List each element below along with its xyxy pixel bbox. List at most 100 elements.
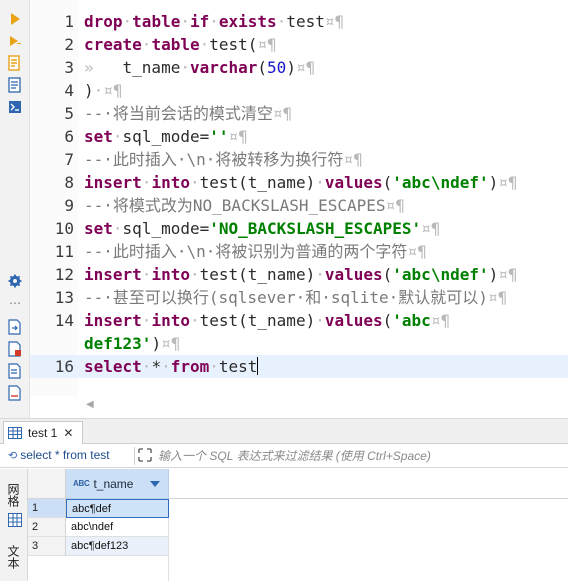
code-line[interactable]: 12 insert·into·test(t_name)·values('abc\n… bbox=[30, 263, 568, 286]
code-line[interactable]: def123')¤¶ bbox=[30, 332, 568, 355]
output-icon[interactable] bbox=[6, 384, 24, 402]
table-row[interactable]: 1 abc¶def bbox=[28, 499, 568, 518]
code-text: create·table·test(¤¶ bbox=[84, 33, 277, 56]
code-line[interactable]: 8 insert·into·test(t_name)·values('abc\nd… bbox=[30, 171, 568, 194]
whitespace-marker: · bbox=[180, 58, 190, 77]
row-number[interactable]: 3 bbox=[28, 537, 66, 556]
code-token: ) bbox=[151, 334, 162, 353]
divider bbox=[134, 447, 135, 465]
close-icon[interactable]: ✕ bbox=[63, 426, 73, 440]
code-line[interactable]: 1 drop·table·if·exists·test¤¶ bbox=[30, 10, 568, 33]
sort-arrow-icon[interactable] bbox=[150, 481, 160, 487]
grid-corner[interactable] bbox=[28, 469, 66, 499]
export-icon[interactable] bbox=[6, 318, 24, 336]
cell-t-name[interactable]: abc¶def bbox=[66, 499, 169, 518]
code-token: test(t_name) bbox=[199, 173, 316, 192]
code-line[interactable]: 14 insert·into·test(t_name)·values('abc¤¶ bbox=[30, 309, 568, 332]
code-line[interactable]: 2 create·table·test(¤¶ bbox=[30, 33, 568, 56]
row-number[interactable]: 2 bbox=[28, 518, 66, 537]
code-token: --·将模式改为NO_BACKSLASH_ESCAPES bbox=[84, 196, 386, 215]
code-token: def123' bbox=[84, 334, 152, 353]
column-header-t-name[interactable]: ABC t_name bbox=[66, 469, 169, 499]
code-token: ) bbox=[84, 81, 94, 100]
code-token: t_name bbox=[122, 58, 181, 77]
table-row[interactable]: 3 abc¶def123 bbox=[28, 537, 568, 556]
query-source-icon: ⟲ bbox=[8, 449, 18, 462]
grid-header-row: ABC t_name bbox=[28, 469, 568, 499]
error-log-icon[interactable] bbox=[6, 340, 24, 358]
text-view-button[interactable]: 文本 bbox=[6, 545, 22, 569]
load-script-icon[interactable] bbox=[6, 76, 24, 94]
table-row[interactable]: 2 abc\ndef bbox=[28, 518, 568, 537]
whitespace-marker: · bbox=[199, 35, 210, 54]
grid-empty-area bbox=[28, 556, 169, 581]
cell-t-name[interactable]: abc¶def123 bbox=[66, 537, 169, 556]
header-empty-area bbox=[169, 469, 568, 499]
whitespace-marker: · bbox=[189, 173, 200, 192]
history-icon[interactable] bbox=[6, 362, 24, 380]
code-token: values bbox=[324, 265, 383, 284]
row-number[interactable]: 1 bbox=[28, 499, 66, 518]
code-token: '' bbox=[209, 127, 229, 146]
whitespace-marker: ¤¶ bbox=[421, 219, 441, 238]
code-token: if bbox=[189, 12, 210, 31]
line-number: 16 bbox=[54, 357, 74, 376]
whitespace-marker: » bbox=[84, 58, 123, 77]
code-token: ( bbox=[382, 265, 393, 284]
line-number: 6 bbox=[64, 127, 74, 146]
code-line[interactable]: 7 --·此时插入·\n·将被转移为换行符¤¶ bbox=[30, 148, 568, 171]
whitespace-marker: ¤¶ bbox=[498, 265, 518, 284]
code-line[interactable]: 5 --·将当前会话的模式清空¤¶ bbox=[30, 102, 568, 125]
tab-test-1[interactable]: test 1 ✕ bbox=[3, 421, 83, 444]
code-line[interactable]: 13 --·甚至可以换行(sqlsever·和·sqlite·默认就可以)¤¶ bbox=[30, 286, 568, 309]
editor-toolbar: ⋯ bbox=[0, 0, 30, 418]
code-token: --·此时插入·\n·将被转移为换行符 bbox=[84, 150, 344, 169]
more-icon[interactable]: ⋯ bbox=[6, 294, 24, 312]
code-token: insert bbox=[84, 265, 142, 284]
whitespace-marker: · bbox=[315, 265, 325, 284]
expand-filter-icon[interactable] bbox=[138, 448, 152, 462]
code-line[interactable]: 16 select·*·from·test bbox=[30, 355, 568, 378]
code-token: varchar bbox=[189, 58, 258, 77]
line-number: 5 bbox=[64, 104, 74, 123]
scroll-left-arrow-icon[interactable]: ◀ bbox=[86, 399, 94, 410]
sql-editor[interactable]: 1 drop·table·if·exists·test¤¶ 2 create·tabl… bbox=[30, 0, 568, 418]
whitespace-marker: ¤¶ bbox=[161, 334, 181, 353]
code-token: * bbox=[151, 357, 162, 376]
code-line[interactable]: 9 --·将模式改为NO_BACKSLASH_ESCAPES¤¶ bbox=[30, 194, 568, 217]
filter-bar: ⟲ select * from test bbox=[0, 444, 568, 468]
text-caret bbox=[257, 357, 259, 375]
code-token: ) bbox=[488, 265, 499, 284]
code-token: ( bbox=[257, 58, 268, 77]
code-line[interactable]: 3 » t_name·varchar(50)¤¶ bbox=[30, 56, 568, 79]
code-line[interactable]: 10 set·sql_mode='NO_BACKSLASH_ESCAPES'¤¶ bbox=[30, 217, 568, 240]
line-number: 1 bbox=[64, 12, 74, 31]
filter-input[interactable] bbox=[156, 445, 564, 466]
terminal-icon[interactable] bbox=[6, 98, 24, 116]
whitespace-marker: · bbox=[276, 12, 287, 31]
code-token: table bbox=[132, 12, 181, 31]
whitespace-marker: ·¤¶ bbox=[93, 81, 123, 100]
tab-label: test 1 bbox=[28, 426, 58, 440]
run-icon[interactable] bbox=[6, 10, 24, 28]
run-script-icon[interactable] bbox=[6, 32, 24, 50]
whitespace-marker: · bbox=[161, 357, 171, 376]
whitespace-marker: · bbox=[209, 12, 219, 31]
code-token: into bbox=[151, 311, 190, 330]
code-text: insert·into·test(t_name)·values('abc\nde… bbox=[84, 263, 518, 286]
code-line[interactable]: 6 set·sql_mode=''¤¶ bbox=[30, 125, 568, 148]
whitespace-marker: ¤¶ bbox=[272, 104, 293, 123]
grid-view-button[interactable]: 网格 bbox=[6, 483, 22, 507]
code-token: test(t_name) bbox=[199, 311, 316, 330]
code-line[interactable]: 4)·¤¶ bbox=[30, 79, 568, 102]
code-token: 50 bbox=[267, 58, 287, 77]
query-text-link[interactable]: ⟲ select * from test bbox=[8, 448, 110, 462]
settings-icon[interactable] bbox=[6, 272, 24, 290]
grid-icon[interactable] bbox=[6, 511, 24, 529]
whitespace-marker: ¤¶ bbox=[430, 311, 451, 330]
query-text: select * from test bbox=[20, 448, 110, 462]
whitespace-marker: ¤¶ bbox=[498, 173, 518, 192]
code-line[interactable]: 11 --·此时插入·\n·将被识别为普通的两个字符¤¶ bbox=[30, 240, 568, 263]
cell-t-name[interactable]: abc\ndef bbox=[66, 518, 169, 537]
explain-plan-icon[interactable] bbox=[6, 54, 24, 72]
